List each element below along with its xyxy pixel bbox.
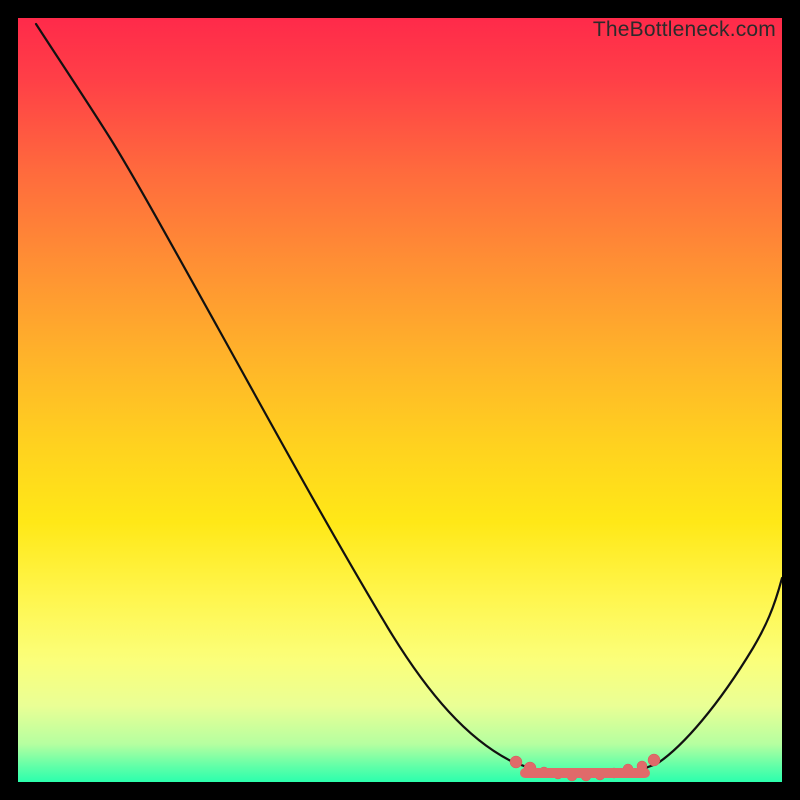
optimal-range-markers — [510, 754, 660, 781]
bottleneck-chart — [18, 18, 782, 782]
bottleneck-curve — [36, 24, 782, 776]
chart-frame: TheBottleneck.com — [18, 18, 782, 782]
